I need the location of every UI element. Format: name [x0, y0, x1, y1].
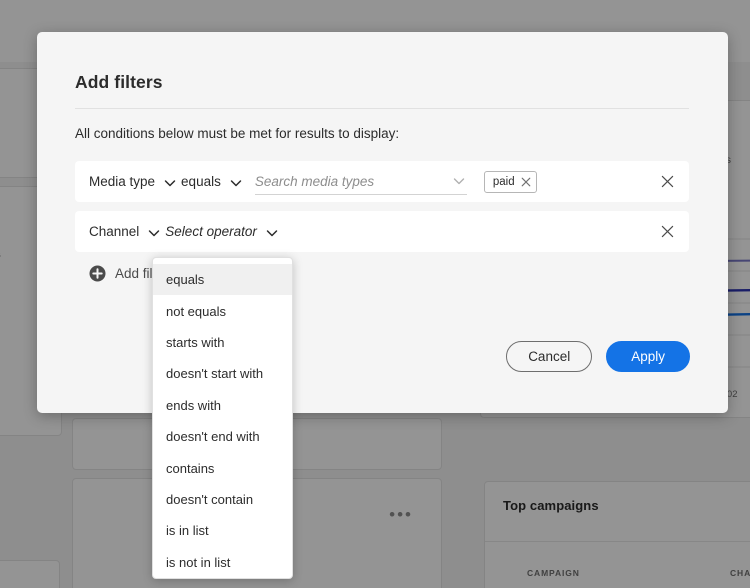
- remove-filter-row-button[interactable]: [657, 172, 677, 192]
- search-input-underline: [254, 193, 467, 195]
- dialog-description: All conditions below must be met for res…: [75, 126, 400, 141]
- chevron-down-icon[interactable]: [264, 225, 280, 241]
- field-selector-label[interactable]: Media type: [89, 174, 155, 189]
- screen: Influenced conversions 74, 72% ••• s: [0, 0, 750, 588]
- dropdown-option-is-not-in-list[interactable]: is not in list: [153, 547, 292, 578]
- operator-dropdown-menu: equals not equals starts with doesn't st…: [152, 257, 293, 579]
- chevron-down-icon[interactable]: [228, 175, 244, 191]
- dropdown-option-is-in-list[interactable]: is in list: [153, 515, 292, 546]
- field-selector-label[interactable]: Channel: [89, 224, 139, 239]
- operator-selector-label[interactable]: equals: [181, 174, 221, 189]
- cancel-button[interactable]: Cancel: [506, 341, 593, 372]
- operator-selector-label[interactable]: Select operator: [165, 224, 257, 239]
- dropdown-option-equals[interactable]: equals: [153, 264, 292, 296]
- dropdown-option-contains[interactable]: contains: [153, 452, 292, 483]
- remove-filter-row-button[interactable]: [657, 222, 677, 242]
- close-icon[interactable]: [521, 177, 531, 187]
- dropdown-option-starts-with[interactable]: starts with: [153, 327, 292, 358]
- plus-circle-icon[interactable]: [89, 265, 106, 282]
- dropdown-option-doesnt-end-with[interactable]: doesn't end with: [153, 421, 292, 452]
- title-divider: [75, 108, 689, 109]
- media-type-search[interactable]: Search media types: [254, 169, 467, 195]
- chevron-down-icon[interactable]: [162, 175, 178, 191]
- add-filters-dialog: Add filters All conditions below must be…: [37, 32, 728, 413]
- search-input-placeholder[interactable]: Search media types: [255, 174, 374, 189]
- filter-row: Media type equals Search media types pai…: [75, 161, 689, 202]
- dropdown-option-doesnt-contain[interactable]: doesn't contain: [153, 484, 292, 515]
- filter-row: Channel Select operator: [75, 211, 689, 252]
- apply-button[interactable]: Apply: [606, 341, 690, 372]
- selected-value-tag[interactable]: paid: [483, 170, 537, 193]
- tag-label: paid: [492, 175, 515, 188]
- dropdown-option-doesnt-start-with[interactable]: doesn't start with: [153, 358, 292, 389]
- chevron-down-icon[interactable]: [146, 225, 162, 241]
- chevron-down-icon[interactable]: [451, 173, 467, 194]
- dropdown-option-ends-with[interactable]: ends with: [153, 390, 292, 421]
- dialog-title: Add filters: [75, 72, 163, 92]
- dialog-actions: Cancel Apply: [506, 341, 690, 372]
- dropdown-option-not-equals[interactable]: not equals: [153, 295, 292, 326]
